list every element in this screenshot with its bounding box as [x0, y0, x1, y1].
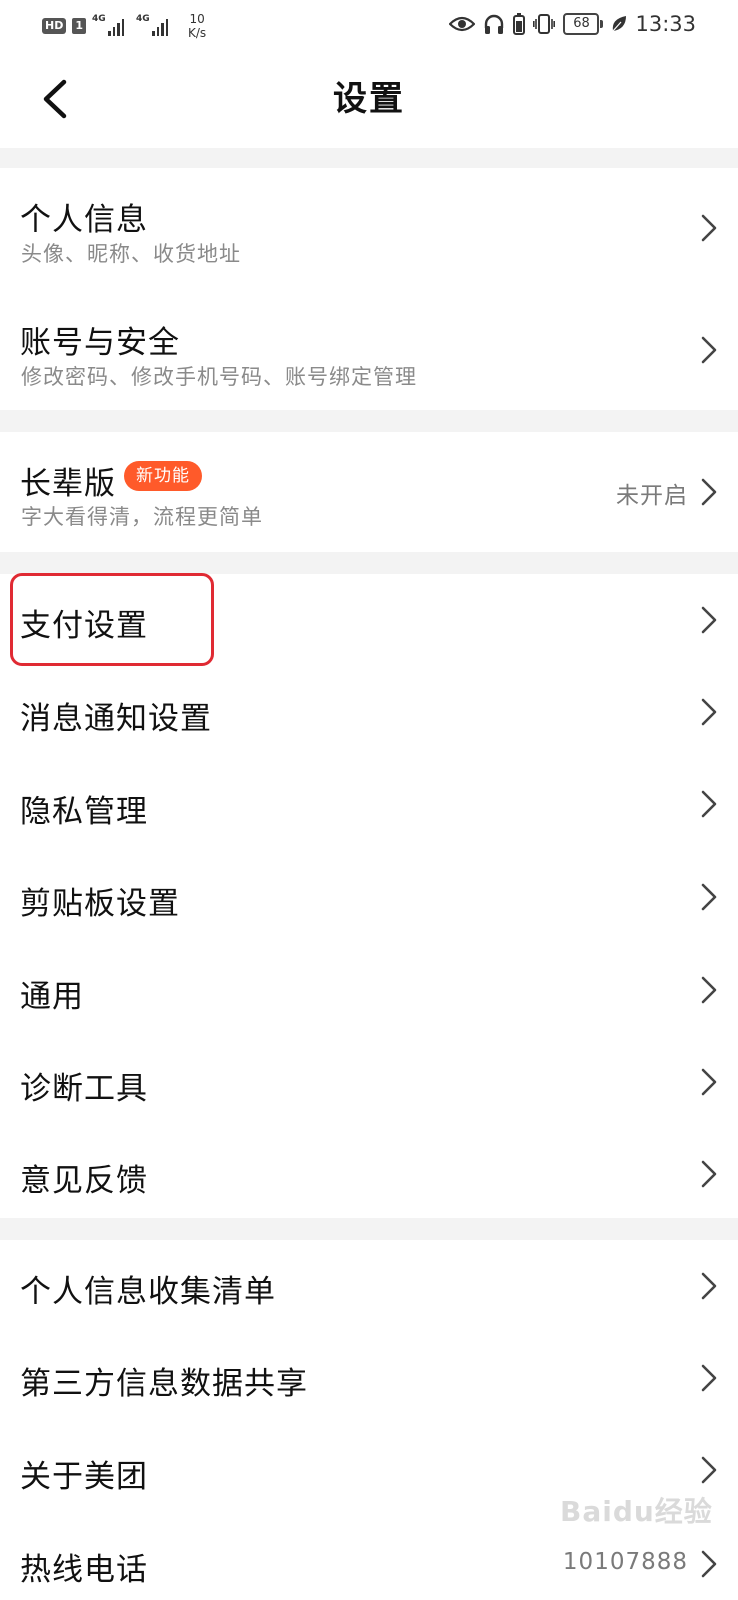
network-speed-unit: K/s [188, 26, 207, 40]
navigation-bar: 设置 [0, 52, 738, 148]
chevron-right-icon [701, 1272, 717, 1300]
item-label: 个人信息 [20, 202, 148, 238]
settings-item-data-collection-list[interactable]: 个人信息收集清单 [0, 1240, 738, 1332]
hotline-number: 10107888 [562, 1549, 688, 1575]
battery-level: 68 [563, 13, 600, 35]
settings-item-elder-mode[interactable]: 长辈版 新功能 字大看得清，流程更简单 未开启 [0, 432, 738, 552]
headphones-icon [485, 14, 504, 34]
chevron-right-icon [701, 1160, 717, 1188]
item-label: 支付设置 [20, 608, 148, 644]
status-bar: HD 1 4G 4G 10 K/s 68 13:33 [0, 0, 738, 52]
item-label: 长辈版 [20, 466, 116, 502]
item-subtitle: 头像、昵称、收货地址 [21, 242, 241, 266]
section-divider [0, 552, 738, 574]
item-label: 账号与安全 [20, 325, 180, 361]
sim-badge: 1 [72, 18, 86, 34]
vibrate-icon [533, 14, 556, 34]
status-left: HD 1 4G 4G 10 K/s [42, 12, 206, 40]
item-label: 关于美团 [20, 1459, 148, 1495]
settings-item-notifications[interactable]: 消息通知设置 [0, 666, 738, 758]
chevron-right-icon [701, 1068, 717, 1096]
settings-item-feedback[interactable]: 意见反馈 [0, 1128, 738, 1218]
new-feature-badge: 新功能 [124, 461, 202, 491]
chevron-right-icon [701, 606, 717, 634]
settings-item-clipboard[interactable]: 剪贴板设置 [0, 850, 738, 944]
clock: 13:33 [635, 12, 696, 36]
network-speed-value: 10 [189, 12, 205, 26]
item-label: 个人信息收集清单 [20, 1274, 276, 1310]
item-subtitle: 修改密码、修改手机号码、账号绑定管理 [21, 365, 417, 389]
baidu-watermark: Baidu经验 [560, 1495, 713, 1528]
elder-mode-status: 未开启 [616, 483, 688, 509]
phone-battery-icon [513, 13, 526, 35]
section-divider [0, 148, 738, 168]
item-label: 剪贴板设置 [20, 886, 180, 922]
chevron-right-icon [701, 478, 717, 506]
signal-icon: 4G [92, 14, 124, 36]
item-label: 消息通知设置 [20, 701, 212, 737]
status-right: 68 13:33 [449, 12, 696, 36]
item-label: 诊断工具 [20, 1071, 148, 1107]
item-label: 热线电话 [20, 1552, 148, 1588]
settings-item-diagnostics[interactable]: 诊断工具 [0, 1036, 738, 1128]
chevron-right-icon [701, 883, 717, 911]
page-title: 设置 [333, 79, 405, 119]
chevron-right-icon [701, 1456, 717, 1484]
chevron-right-icon [701, 214, 717, 242]
leaf-icon [613, 16, 627, 32]
item-label: 意见反馈 [20, 1163, 148, 1199]
settings-item-third-party-sharing[interactable]: 第三方信息数据共享 [0, 1332, 738, 1424]
chevron-right-icon [701, 1364, 717, 1392]
signal-icon: 4G [136, 14, 168, 36]
section-divider [0, 410, 738, 432]
settings-item-privacy[interactable]: 隐私管理 [0, 758, 738, 850]
network-speed: 10 K/s [188, 12, 206, 40]
item-label: 第三方信息数据共享 [20, 1366, 308, 1402]
settings-item-payment[interactable]: 支付设置 [0, 574, 738, 666]
chevron-right-icon [701, 1550, 717, 1578]
hd-badge: HD [42, 18, 67, 34]
settings-item-general[interactable]: 通用 [0, 944, 738, 1036]
item-label: 通用 [20, 979, 84, 1015]
chevron-right-icon [701, 790, 717, 818]
chevron-right-icon [701, 976, 717, 1004]
signal-label: 4G [136, 14, 150, 24]
chevron-right-icon [701, 698, 717, 726]
settings-item-personal-info[interactable]: 个人信息 头像、昵称、收货地址 [0, 168, 738, 289]
section-divider [0, 1218, 738, 1240]
item-label: 隐私管理 [20, 794, 148, 830]
item-subtitle: 字大看得清，流程更简单 [21, 505, 263, 529]
battery-indicator: 68 [563, 13, 604, 35]
settings-item-account-security[interactable]: 账号与安全 修改密码、修改手机号码、账号绑定管理 [0, 289, 738, 410]
signal-label: 4G [92, 14, 106, 24]
eye-icon [449, 16, 476, 32]
chevron-right-icon [701, 336, 717, 364]
